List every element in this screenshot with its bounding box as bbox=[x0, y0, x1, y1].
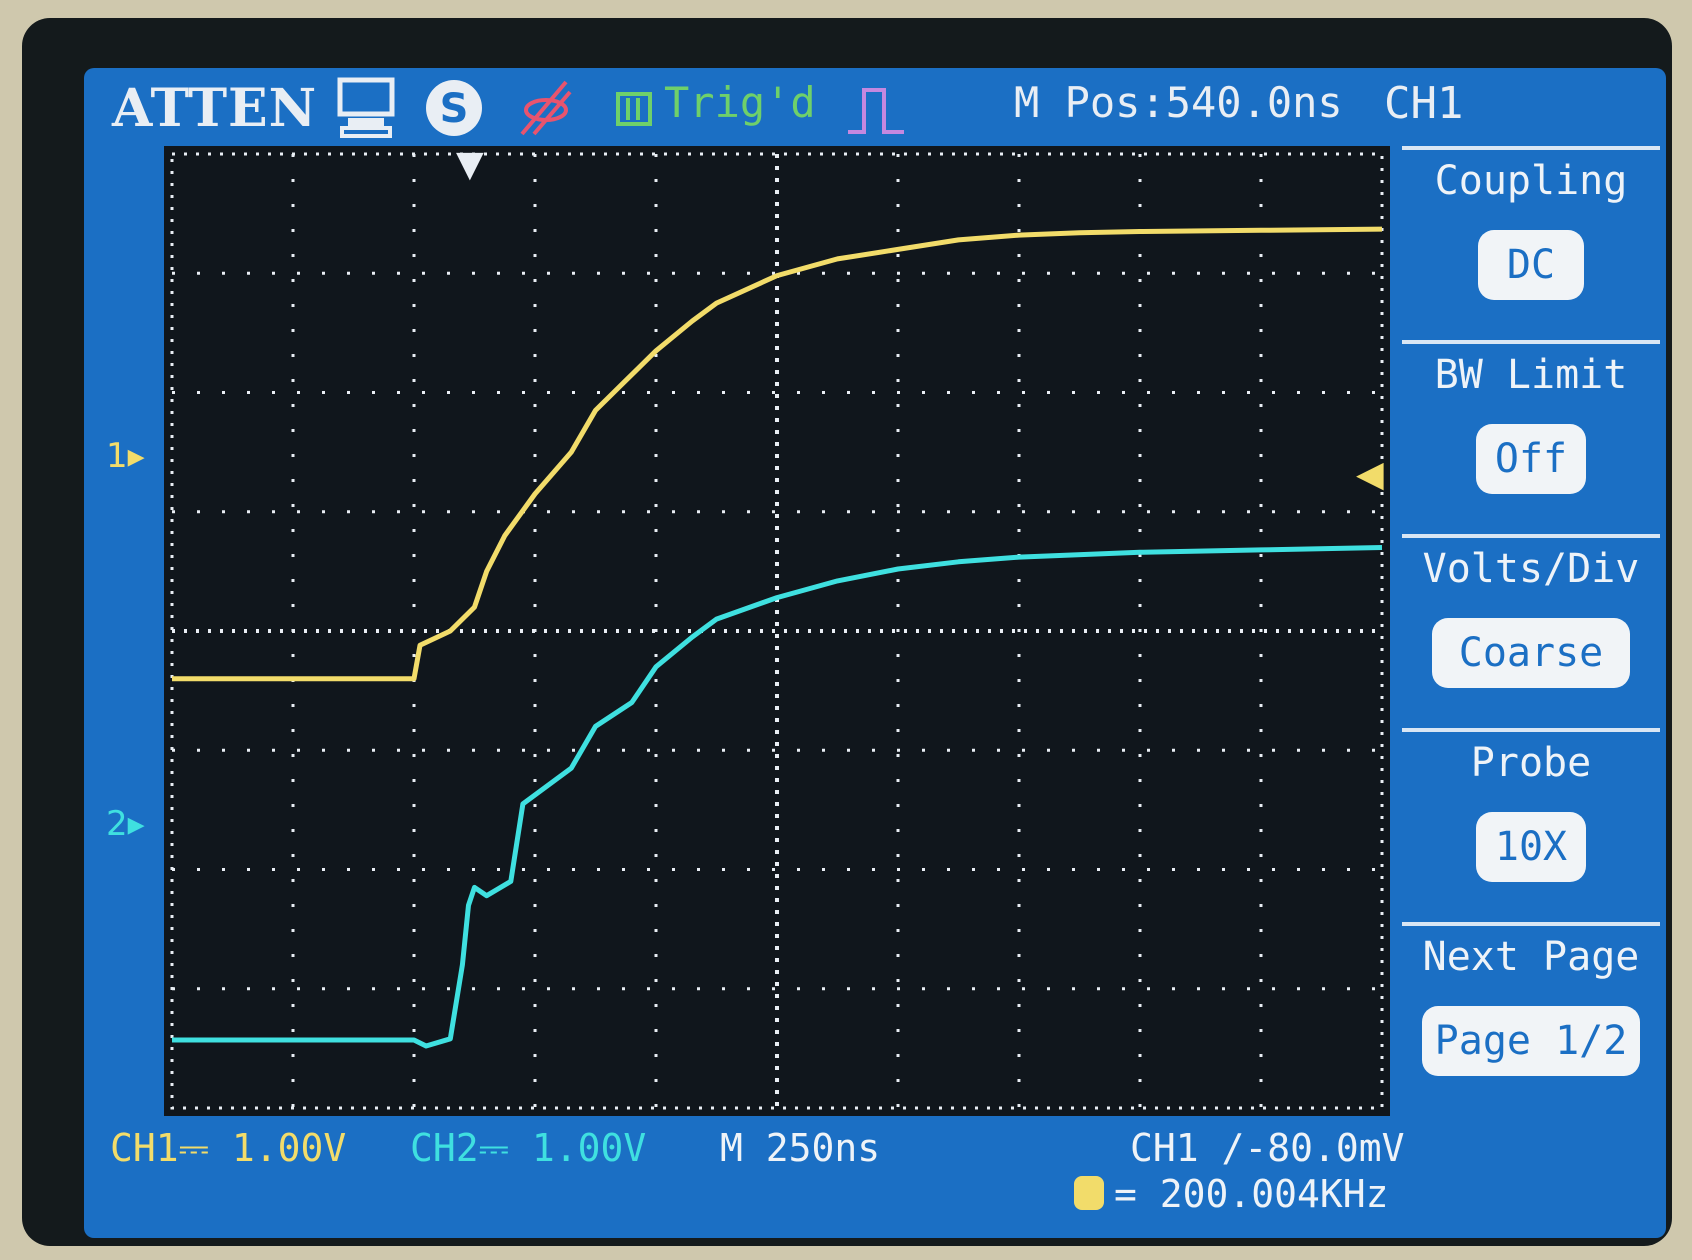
frequency-icon bbox=[1074, 1176, 1104, 1210]
svg-text:S: S bbox=[440, 86, 469, 132]
menu-bw-limit: BW Limit Off bbox=[1396, 340, 1666, 534]
waveform-graticule bbox=[164, 146, 1390, 1116]
display-icon bbox=[337, 77, 395, 138]
waveform-plot bbox=[170, 152, 1384, 1110]
top-status-bar: ATTEN S Trig'd M Pos:540.0ns CH1 bbox=[84, 68, 1666, 144]
ch1-scale: CH1⎓ 1.00V bbox=[110, 1126, 347, 1170]
frequency-readout: = 200.004KHz bbox=[1114, 1172, 1389, 1216]
menu-volts-div: Volts/Div Coarse bbox=[1396, 534, 1666, 728]
volts-div-button[interactable]: Coarse bbox=[1432, 618, 1630, 688]
probe-button[interactable]: 10X bbox=[1476, 812, 1586, 882]
brand-logo: ATTEN bbox=[112, 78, 318, 139]
bw-limit-button[interactable]: Off bbox=[1476, 424, 1586, 494]
channel-menu: Coupling DC BW Limit Off Volts/Div Coars… bbox=[1396, 146, 1666, 1116]
next-page-button[interactable]: Page 1/2 bbox=[1422, 1006, 1640, 1076]
active-channel: CH1 bbox=[1384, 78, 1464, 129]
timebase: M 250ns bbox=[720, 1126, 881, 1170]
oscilloscope-screen: ATTEN S Trig'd M Pos:540.0ns CH1 1▸ 2▸ ▼… bbox=[84, 68, 1666, 1238]
menu-next-page: Next Page Page 1/2 bbox=[1396, 922, 1666, 1116]
menu-title-coupling: Coupling bbox=[1434, 158, 1628, 204]
menu-title-next-page: Next Page bbox=[1422, 934, 1640, 980]
menu-title-bw-limit: BW Limit bbox=[1434, 352, 1628, 398]
pulse-edge-icon bbox=[848, 88, 904, 134]
probe-check-icon bbox=[520, 80, 572, 136]
ch1-ground-marker: 1▸ bbox=[106, 436, 145, 476]
trigger-status: Trig'd bbox=[664, 78, 816, 127]
trigger-setting: CH1 ∕-80.0mV bbox=[1130, 1126, 1405, 1170]
save-icon: S bbox=[426, 80, 482, 136]
coupling-button[interactable]: DC bbox=[1478, 230, 1584, 300]
menu-title-probe: Probe bbox=[1470, 740, 1592, 786]
ch2-ground-marker: 2▸ bbox=[106, 804, 145, 844]
trigger-position-marker: ▼ bbox=[456, 144, 484, 185]
ch2-scale: CH2⎓ 1.00V bbox=[410, 1126, 647, 1170]
menu-title-volts-div: Volts/Div bbox=[1422, 546, 1640, 592]
trigger-status-icon bbox=[616, 92, 652, 126]
menu-probe: Probe 10X bbox=[1396, 728, 1666, 922]
trigger-level-marker: ◀ bbox=[1356, 454, 1384, 495]
menu-coupling: Coupling DC bbox=[1396, 146, 1666, 340]
oscilloscope-bezel: ATTEN S Trig'd M Pos:540.0ns CH1 1▸ 2▸ ▼… bbox=[22, 18, 1672, 1246]
horizontal-position: M Pos:540.0ns bbox=[1014, 78, 1343, 127]
bottom-status-bar: CH1⎓ 1.00V CH2⎓ 1.00V M 250ns CH1 ∕-80.0… bbox=[84, 1118, 1666, 1238]
